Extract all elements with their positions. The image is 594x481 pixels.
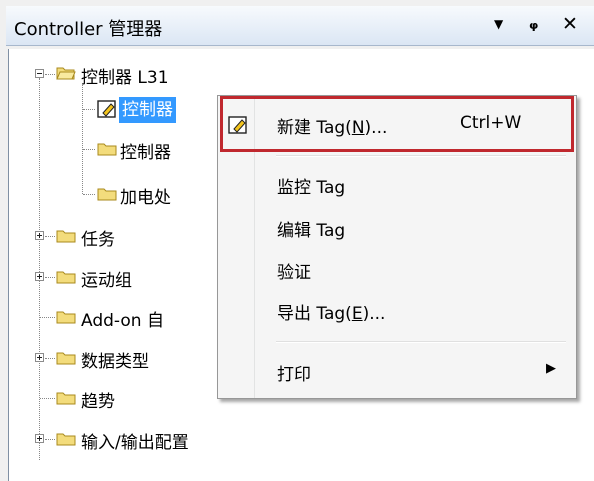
tree-item-tasks[interactable]: 任务 bbox=[81, 225, 115, 250]
menu-item-edit-tags[interactable]: 编辑 Tag bbox=[256, 211, 572, 241]
tree-item-controller-tags[interactable]: 控制器 bbox=[119, 97, 176, 123]
tree-item-trends[interactable]: 趋势 bbox=[81, 387, 115, 412]
menu-item-label: 编辑 Tag bbox=[277, 221, 346, 241]
tree-line bbox=[39, 78, 40, 460]
tree-line bbox=[82, 85, 83, 194]
menu-separator bbox=[276, 155, 566, 157]
tree-line bbox=[83, 194, 95, 195]
tree-root-label[interactable]: 控制器 L31 bbox=[81, 63, 169, 88]
menu-item-print[interactable]: 打印 ▶ bbox=[256, 355, 572, 385]
expand-icon[interactable] bbox=[35, 434, 44, 443]
menu-item-label: 导出 Tag(E)... bbox=[277, 304, 386, 324]
submenu-arrow-icon: ▶ bbox=[546, 361, 556, 376]
folder-icon bbox=[56, 230, 76, 243]
tree-item-data-types[interactable]: 数据类型 bbox=[81, 347, 149, 372]
tree-line bbox=[45, 439, 55, 440]
menu-item-export-tags[interactable]: 导出 Tag(E)... bbox=[256, 294, 572, 324]
tree-item-motion-groups[interactable]: 运动组 bbox=[81, 266, 132, 291]
collapse-icon[interactable] bbox=[35, 69, 44, 78]
pin-icon[interactable]: ᵩ bbox=[529, 12, 538, 34]
menu-item-verify[interactable]: 验证 bbox=[256, 253, 572, 283]
dropdown-icon[interactable]: ▼ bbox=[494, 17, 503, 31]
tree-line bbox=[40, 317, 55, 318]
menu-item-label: 打印 bbox=[277, 365, 311, 385]
tree-item-power-up-handler[interactable]: 加电处 bbox=[120, 183, 171, 208]
tree-line bbox=[45, 358, 55, 359]
folder-icon bbox=[56, 352, 76, 365]
expand-icon[interactable] bbox=[35, 231, 44, 240]
window-title: Controller 管理器 bbox=[14, 19, 163, 40]
tree-line bbox=[83, 149, 95, 150]
title-bar: Controller 管理器 ▼ ᵩ ✕ bbox=[6, 6, 594, 46]
tree-item-add-on[interactable]: Add-on 自 bbox=[81, 306, 164, 331]
tree-line bbox=[83, 109, 95, 110]
highlight-box bbox=[220, 96, 574, 152]
expand-icon[interactable] bbox=[35, 272, 44, 281]
open-folder-icon bbox=[56, 67, 76, 80]
tree-item-io-configuration[interactable]: 输入/输出配置 bbox=[81, 428, 189, 453]
tag-edit-icon bbox=[97, 100, 116, 118]
folder-icon bbox=[56, 433, 76, 446]
folder-icon bbox=[97, 143, 117, 156]
close-icon[interactable]: ✕ bbox=[562, 13, 578, 35]
menu-item-label: 验证 bbox=[277, 263, 311, 283]
controller-manager-window: Controller 管理器 ▼ ᵩ ✕ 控制器 L31 控制器 控制器 加电处… bbox=[0, 0, 594, 481]
folder-icon bbox=[56, 271, 76, 284]
tree-item-controller-faults[interactable]: 控制器 bbox=[120, 138, 171, 163]
menu-separator bbox=[276, 341, 566, 343]
tree-line bbox=[45, 277, 55, 278]
tree-line bbox=[40, 398, 55, 399]
menu-item-monitor-tags[interactable]: 监控 Tag bbox=[256, 168, 572, 198]
folder-icon bbox=[56, 392, 76, 405]
menu-item-label: 监控 Tag bbox=[277, 178, 346, 198]
tree-line bbox=[45, 236, 55, 237]
folder-icon bbox=[56, 311, 76, 324]
folder-icon bbox=[97, 188, 117, 201]
expand-icon[interactable] bbox=[35, 353, 44, 362]
tree-line bbox=[45, 74, 55, 75]
